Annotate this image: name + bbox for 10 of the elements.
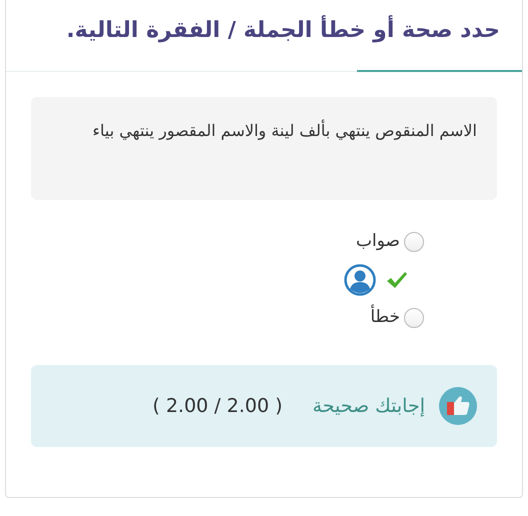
question-text: الاسم المنقوص ينتهي بألف لينة والاسم المقصور ينتهي بياء [92, 118, 477, 142]
option-label: صواب [356, 230, 400, 254]
feedback-message: إجابتك صحيحة [312, 394, 425, 419]
thumbs-up-icon [439, 387, 477, 425]
question-title: حدد صحة أو خطأ الجملة / الفقرة التالية. [66, 14, 500, 47]
score-text: ( 2.00 / 2.00 ) [152, 394, 283, 419]
user-icon [344, 264, 376, 296]
radio-button[interactable] [404, 308, 424, 328]
option-label: خطأ [370, 305, 400, 331]
radio-button[interactable] [404, 232, 424, 252]
